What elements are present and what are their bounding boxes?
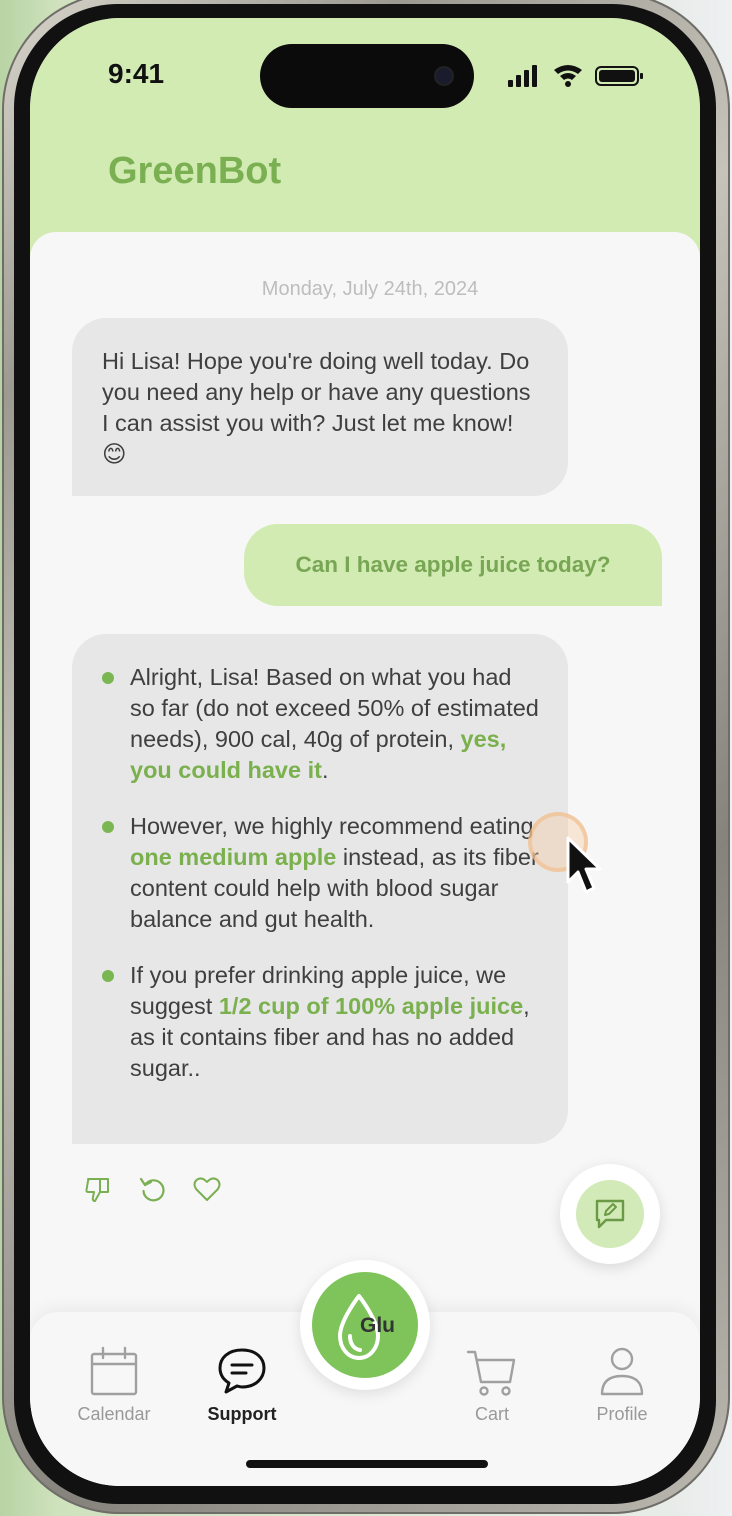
response-bullet: If you prefer drinking apple juice, we s… [92,960,540,1084]
regenerate-icon[interactable] [138,1174,168,1204]
response-bullet: Alright, Lisa! Based on what you had so … [92,662,540,786]
dynamic-island [260,44,474,108]
nav-label-support: Support [207,1404,277,1424]
response-bullet: However, we highly recommend eating one … [92,811,540,935]
phone-screen: 9:41 GreenBot Monday, July 24th, 2024 Hi… [30,18,700,1486]
bot-response: Alright, Lisa! Based on what you had so … [72,634,568,1144]
home-indicator [246,1460,488,1468]
bot-message-text: Hi Lisa! Hope you're doing well today. D… [102,348,531,467]
user-message: Can I have apple juice today? [244,524,662,606]
nav-label-calendar: Calendar [77,1404,151,1424]
bullet-dot [102,970,114,982]
bullet-dot [102,821,114,833]
glu-button-ring: Glu [300,1260,430,1390]
heart-icon[interactable] [192,1174,222,1204]
signal-icon [508,65,537,87]
battery-icon [595,66,643,86]
bullet-dot [102,672,114,684]
bullet-highlight: 1/2 cup of 100% apple juice [218,993,524,1019]
nav-cart[interactable]: Cart [432,1344,552,1425]
glu-button[interactable]: Glu [312,1272,418,1378]
bullet-highlight: one medium apple [130,844,337,870]
fab-inner [576,1180,644,1248]
wifi-icon [554,65,582,87]
glu-label: Glu [360,1314,395,1337]
mouse-cursor-icon [566,836,602,894]
nav-label-profile: Profile [596,1404,648,1424]
bullet-text-end: . [321,757,329,783]
cart-icon [466,1350,516,1396]
nav-label-cart: Cart [474,1404,509,1424]
app-title: GreenBot [108,150,282,192]
camera-icon [436,68,452,84]
calendar-icon [90,1346,138,1396]
thumbs-down-icon[interactable] [84,1174,114,1204]
nav-profile[interactable]: Profile [562,1344,682,1425]
bot-message: Hi Lisa! Hope you're doing well today. D… [72,318,568,496]
chat-bubble-icon [218,1348,266,1394]
new-chat-icon [595,1199,625,1229]
user-message-text: Can I have apple juice today? [295,552,611,577]
chat-date: Monday, July 24th, 2024 [261,278,479,300]
status-icons [508,65,643,87]
bullet-text: However, we highly recommend eating [130,813,534,839]
nav-calendar[interactable]: Calendar [54,1344,174,1425]
profile-icon [600,1347,644,1396]
new-chat-button[interactable] [560,1164,660,1264]
nav-support[interactable]: Support [182,1344,302,1425]
status-time: 9:41 [108,58,165,89]
